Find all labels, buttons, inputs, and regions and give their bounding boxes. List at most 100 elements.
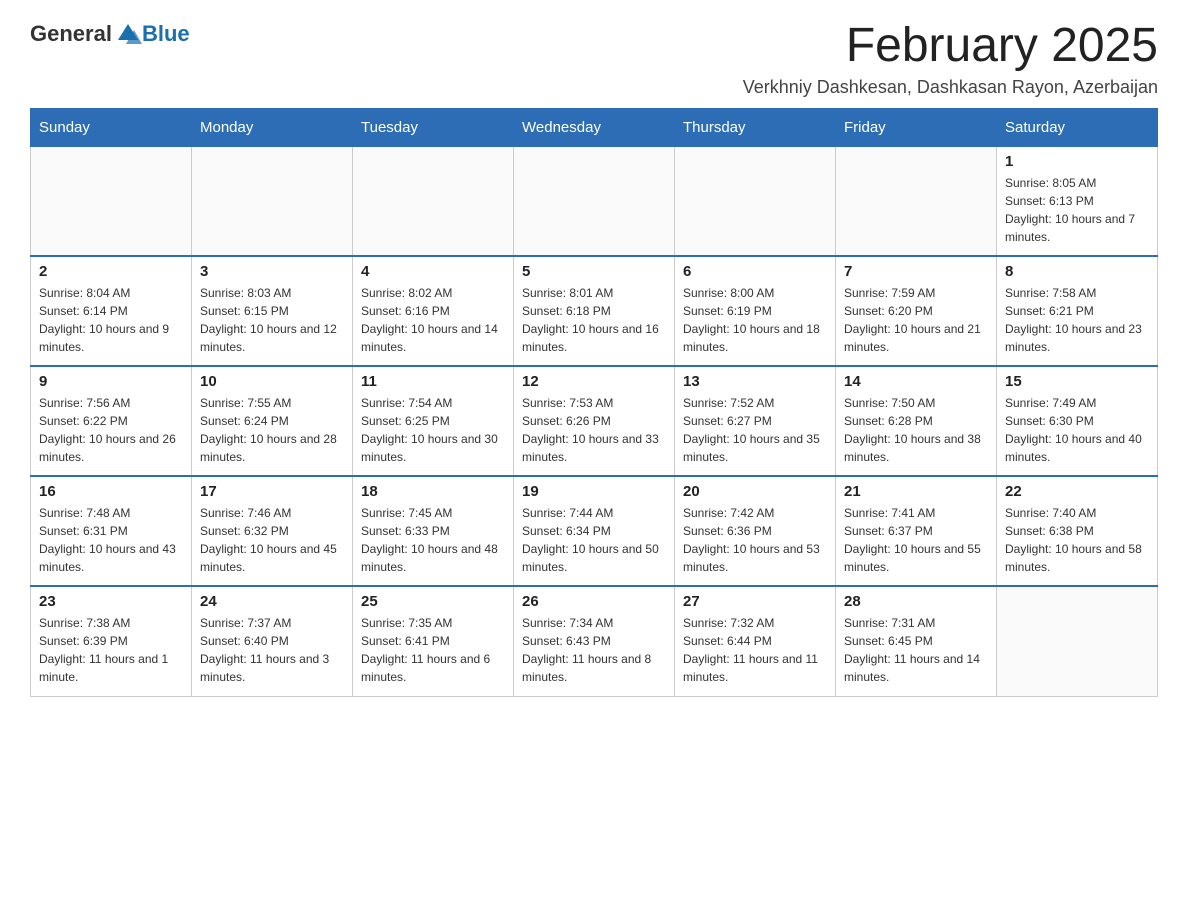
calendar-week-1: 1 Sunrise: 8:05 AMSunset: 6:13 PMDaylight… bbox=[31, 146, 1158, 256]
calendar-cell-w5-d2: 25 Sunrise: 7:35 AMSunset: 6:41 PMDayligh… bbox=[353, 586, 514, 696]
day-number: 2 bbox=[39, 263, 183, 280]
col-thursday: Thursday bbox=[675, 108, 836, 146]
calendar-cell-w3-d2: 11Sunrise: 7:54 AMSunset: 6:25 PMDayligh… bbox=[353, 366, 514, 476]
day-number: 23 bbox=[39, 593, 183, 610]
title-area: February 2025 Verkhniy Dashkesan, Dashka… bbox=[743, 20, 1158, 98]
day-info: Sunrise: 8:04 AMSunset: 6:14 PMDaylight:… bbox=[39, 284, 183, 356]
day-number: 25 bbox=[361, 593, 505, 610]
day-number: 8 bbox=[1005, 263, 1149, 280]
day-info: Sunrise: 7:55 AMSunset: 6:24 PMDaylight:… bbox=[200, 394, 344, 466]
day-number: 4 bbox=[361, 263, 505, 280]
day-number: 17 bbox=[200, 483, 344, 500]
day-info: Sunrise: 7:37 AMSunset: 6:40 PMDaylight:… bbox=[200, 614, 344, 686]
day-number: 27 bbox=[683, 593, 827, 610]
day-number: 15 bbox=[1005, 373, 1149, 390]
calendar-cell-w2-d1: 3 Sunrise: 8:03 AMSunset: 6:15 PMDaylight… bbox=[192, 256, 353, 366]
calendar-header-row: Sunday Monday Tuesday Wednesday Thursday… bbox=[31, 108, 1158, 146]
calendar-cell-w3-d5: 14 Sunrise: 7:50 AMSunset: 6:28 PMDayligh… bbox=[836, 366, 997, 476]
calendar-week-2: 2 Sunrise: 8:04 AMSunset: 6:14 PMDaylight… bbox=[31, 256, 1158, 366]
day-info: Sunrise: 7:45 AMSunset: 6:33 PMDaylight:… bbox=[361, 504, 505, 576]
day-info: Sunrise: 7:41 AMSunset: 6:37 PMDaylight:… bbox=[844, 504, 988, 576]
day-info: Sunrise: 7:52 AMSunset: 6:27 PMDaylight:… bbox=[683, 394, 827, 466]
calendar-cell-w3-d4: 13 Sunrise: 7:52 AMSunset: 6:27 PMDayligh… bbox=[675, 366, 836, 476]
day-number: 5 bbox=[522, 263, 666, 280]
day-info: Sunrise: 7:53 AMSunset: 6:26 PMDaylight:… bbox=[522, 394, 666, 466]
calendar-cell-w5-d0: 23 Sunrise: 7:38 AMSunset: 6:39 PMDayligh… bbox=[31, 586, 192, 696]
day-info: Sunrise: 8:02 AMSunset: 6:16 PMDaylight:… bbox=[361, 284, 505, 356]
calendar-cell-w5-d5: 28 Sunrise: 7:31 AMSunset: 6:45 PMDayligh… bbox=[836, 586, 997, 696]
calendar-cell-w1-d3 bbox=[514, 146, 675, 256]
calendar-cell-w4-d2: 18 Sunrise: 7:45 AMSunset: 6:33 PMDayligh… bbox=[353, 476, 514, 586]
day-number: 14 bbox=[844, 373, 988, 390]
day-number: 3 bbox=[200, 263, 344, 280]
calendar-cell-w4-d4: 20 Sunrise: 7:42 AMSunset: 6:36 PMDayligh… bbox=[675, 476, 836, 586]
day-info: Sunrise: 7:40 AMSunset: 6:38 PMDaylight:… bbox=[1005, 504, 1149, 576]
calendar-cell-w1-d1 bbox=[192, 146, 353, 256]
calendar-cell-w3-d0: 9 Sunrise: 7:56 AMSunset: 6:22 PMDaylight… bbox=[31, 366, 192, 476]
day-number: 6 bbox=[683, 263, 827, 280]
calendar-week-3: 9 Sunrise: 7:56 AMSunset: 6:22 PMDaylight… bbox=[31, 366, 1158, 476]
calendar-cell-w5-d4: 27Sunrise: 7:32 AMSunset: 6:44 PMDayligh… bbox=[675, 586, 836, 696]
day-info: Sunrise: 7:31 AMSunset: 6:45 PMDaylight:… bbox=[844, 614, 988, 686]
day-number: 13 bbox=[683, 373, 827, 390]
calendar-table: Sunday Monday Tuesday Wednesday Thursday… bbox=[30, 108, 1158, 697]
day-number: 22 bbox=[1005, 483, 1149, 500]
calendar-cell-w1-d2 bbox=[353, 146, 514, 256]
calendar-cell-w5-d6 bbox=[997, 586, 1158, 696]
calendar-cell-w1-d5 bbox=[836, 146, 997, 256]
day-info: Sunrise: 7:46 AMSunset: 6:32 PMDaylight:… bbox=[200, 504, 344, 576]
col-saturday: Saturday bbox=[997, 108, 1158, 146]
col-friday: Friday bbox=[836, 108, 997, 146]
day-info: Sunrise: 7:50 AMSunset: 6:28 PMDaylight:… bbox=[844, 394, 988, 466]
month-title: February 2025 bbox=[743, 20, 1158, 73]
calendar-cell-w1-d0 bbox=[31, 146, 192, 256]
day-number: 21 bbox=[844, 483, 988, 500]
calendar-week-4: 16Sunrise: 7:48 AMSunset: 6:31 PMDayligh… bbox=[31, 476, 1158, 586]
calendar-week-5: 23 Sunrise: 7:38 AMSunset: 6:39 PMDayligh… bbox=[31, 586, 1158, 696]
calendar-cell-w5-d3: 26Sunrise: 7:34 AMSunset: 6:43 PMDayligh… bbox=[514, 586, 675, 696]
day-number: 12 bbox=[522, 373, 666, 390]
day-info: Sunrise: 7:48 AMSunset: 6:31 PMDaylight:… bbox=[39, 504, 183, 576]
calendar-cell-w1-d4 bbox=[675, 146, 836, 256]
calendar-cell-w4-d3: 19Sunrise: 7:44 AMSunset: 6:34 PMDayligh… bbox=[514, 476, 675, 586]
calendar-cell-w2-d6: 8 Sunrise: 7:58 AMSunset: 6:21 PMDaylight… bbox=[997, 256, 1158, 366]
day-info: Sunrise: 7:49 AMSunset: 6:30 PMDaylight:… bbox=[1005, 394, 1149, 466]
day-info: Sunrise: 7:38 AMSunset: 6:39 PMDaylight:… bbox=[39, 614, 183, 686]
day-number: 24 bbox=[200, 593, 344, 610]
day-number: 19 bbox=[522, 483, 666, 500]
day-info: Sunrise: 7:35 AMSunset: 6:41 PMDaylight:… bbox=[361, 614, 505, 686]
col-tuesday: Tuesday bbox=[353, 108, 514, 146]
day-info: Sunrise: 7:58 AMSunset: 6:21 PMDaylight:… bbox=[1005, 284, 1149, 356]
day-info: Sunrise: 8:00 AMSunset: 6:19 PMDaylight:… bbox=[683, 284, 827, 356]
calendar-cell-w2-d0: 2 Sunrise: 8:04 AMSunset: 6:14 PMDaylight… bbox=[31, 256, 192, 366]
calendar-cell-w4-d0: 16Sunrise: 7:48 AMSunset: 6:31 PMDayligh… bbox=[31, 476, 192, 586]
day-number: 1 bbox=[1005, 153, 1149, 170]
logo-general-text: General bbox=[30, 21, 112, 47]
day-info: Sunrise: 8:03 AMSunset: 6:15 PMDaylight:… bbox=[200, 284, 344, 356]
calendar-cell-w2-d5: 7Sunrise: 7:59 AMSunset: 6:20 PMDaylight… bbox=[836, 256, 997, 366]
calendar-cell-w2-d3: 5 Sunrise: 8:01 AMSunset: 6:18 PMDaylight… bbox=[514, 256, 675, 366]
logo-blue-text: Blue bbox=[142, 21, 190, 47]
calendar-cell-w4-d6: 22 Sunrise: 7:40 AMSunset: 6:38 PMDayligh… bbox=[997, 476, 1158, 586]
day-number: 20 bbox=[683, 483, 827, 500]
calendar-cell-w3-d6: 15 Sunrise: 7:49 AMSunset: 6:30 PMDayligh… bbox=[997, 366, 1158, 476]
day-info: Sunrise: 7:56 AMSunset: 6:22 PMDaylight:… bbox=[39, 394, 183, 466]
calendar-cell-w1-d6: 1 Sunrise: 8:05 AMSunset: 6:13 PMDaylight… bbox=[997, 146, 1158, 256]
day-info: Sunrise: 7:54 AMSunset: 6:25 PMDaylight:… bbox=[361, 394, 505, 466]
day-number: 18 bbox=[361, 483, 505, 500]
calendar-cell-w3-d3: 12 Sunrise: 7:53 AMSunset: 6:26 PMDayligh… bbox=[514, 366, 675, 476]
calendar-cell-w2-d4: 6 Sunrise: 8:00 AMSunset: 6:19 PMDaylight… bbox=[675, 256, 836, 366]
day-info: Sunrise: 7:34 AMSunset: 6:43 PMDaylight:… bbox=[522, 614, 666, 686]
day-info: Sunrise: 8:01 AMSunset: 6:18 PMDaylight:… bbox=[522, 284, 666, 356]
page-header: General Blue February 2025 Verkhniy Dash… bbox=[30, 20, 1158, 98]
col-monday: Monday bbox=[192, 108, 353, 146]
day-number: 9 bbox=[39, 373, 183, 390]
calendar-cell-w3-d1: 10Sunrise: 7:55 AMSunset: 6:24 PMDayligh… bbox=[192, 366, 353, 476]
day-number: 28 bbox=[844, 593, 988, 610]
calendar-cell-w4-d1: 17 Sunrise: 7:46 AMSunset: 6:32 PMDayligh… bbox=[192, 476, 353, 586]
logo-icon bbox=[114, 20, 142, 48]
day-info: Sunrise: 8:05 AMSunset: 6:13 PMDaylight:… bbox=[1005, 174, 1149, 246]
day-info: Sunrise: 7:42 AMSunset: 6:36 PMDaylight:… bbox=[683, 504, 827, 576]
logo: General Blue bbox=[30, 20, 190, 48]
col-wednesday: Wednesday bbox=[514, 108, 675, 146]
